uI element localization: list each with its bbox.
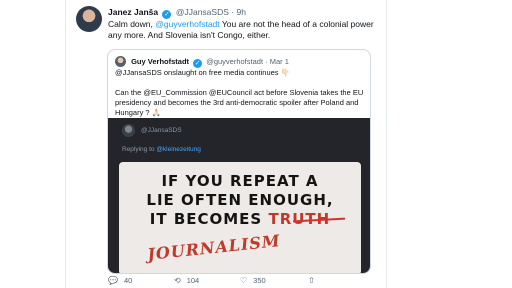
tweet-header: Janez Janša ✓ @JJansaSDS · 9h <box>108 7 246 19</box>
like-count: 350 <box>253 276 266 285</box>
separator-dot: · <box>265 57 268 66</box>
quoted-author-avatar[interactable] <box>115 56 126 67</box>
sign-handwritten-word: JOURNALISM <box>146 231 282 264</box>
media-replying-to: Replying to @kleinezeitung <box>122 146 201 153</box>
quoted-tweet-header: Guy Verhofstadt ✓ @guyverhofstadt · Mar … <box>115 56 289 68</box>
quoted-tweet[interactable]: Guy Verhofstadt ✓ @guyverhofstadt · Mar … <box>107 49 371 274</box>
replying-mention: @kleinezeitung <box>156 146 201 153</box>
like-icon: ♡ <box>240 276 248 285</box>
protest-sign: IF YOU REPEAT A LIE OFTEN ENOUGH, IT BEC… <box>119 162 361 273</box>
replying-prefix: Replying to <box>122 146 157 153</box>
timeline-right-border <box>386 0 387 288</box>
sign-line-1: IF YOU REPEAT A <box>161 172 319 190</box>
quoted-tweet-date[interactable]: Mar 1 <box>270 57 289 66</box>
author-handle[interactable]: @JJansaSDS <box>176 7 229 17</box>
verified-badge-icon: ✓ <box>162 10 172 19</box>
author-avatar[interactable] <box>76 6 102 32</box>
share-button[interactable]: ⇧ <box>308 276 321 285</box>
quoted-author-handle[interactable]: @guyverhofstadt <box>206 57 263 66</box>
reply-count: 40 <box>123 276 133 285</box>
separator-dot: · <box>231 7 235 17</box>
retweet-button[interactable]: ⟲ 104 <box>174 276 199 285</box>
timeline-left-border <box>65 0 66 288</box>
quoted-text-line-2: Can the @EU_Commission @EUCouncil act be… <box>115 88 364 117</box>
author-name[interactable]: Janez Janša <box>108 7 158 17</box>
tweet-text: Calm down, @guyverhofstadt You are not t… <box>108 19 376 41</box>
tweet-time[interactable]: 9h <box>236 7 245 17</box>
quoted-author-name[interactable]: Guy Verhofstadt <box>131 57 189 66</box>
reply-icon: 💬 <box>108 276 118 285</box>
quoted-text-line-1: @JJansaSDS onslaught on free media conti… <box>115 68 290 77</box>
quoted-tweet-text: @JJansaSDS onslaught on free media conti… <box>115 68 367 118</box>
media-handle: @JJansaSDS <box>141 127 182 134</box>
share-icon: ⇧ <box>308 276 315 285</box>
reply-button[interactable]: 💬 40 <box>108 276 132 285</box>
quoted-media-image[interactable]: @JJansaSDS Replying to @kleinezeitung IF… <box>108 118 370 273</box>
verified-badge-icon: ✓ <box>193 59 203 68</box>
mention-link[interactable]: @guyverhofstadt <box>155 19 219 29</box>
tweet-text-start: Calm down, <box>108 19 156 29</box>
retweet-icon: ⟲ <box>174 276 181 285</box>
sign-line-2: LIE OFTEN ENOUGH, <box>146 191 334 209</box>
like-button[interactable]: ♡ 350 <box>240 276 266 285</box>
media-avatar <box>122 124 135 137</box>
sign-line-3-text: IT BECOMES <box>149 210 269 228</box>
retweet-count: 104 <box>186 276 200 285</box>
